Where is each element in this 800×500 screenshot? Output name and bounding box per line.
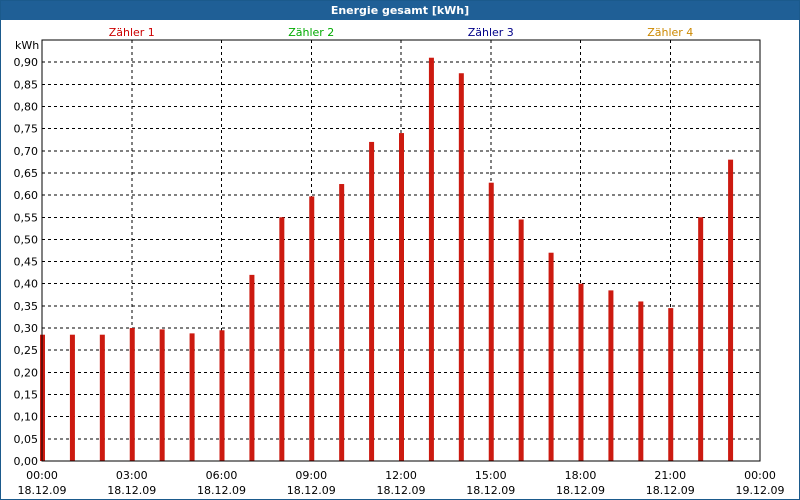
x-tick-time: 12:00 <box>385 469 417 482</box>
y-tick-label: 0,50 <box>14 233 39 246</box>
x-tick-time: 09:00 <box>295 469 327 482</box>
bar <box>339 184 345 462</box>
bar <box>428 57 434 461</box>
y-tick-label: 0,90 <box>14 56 39 69</box>
bar <box>458 73 464 461</box>
y-tick-label: 0,05 <box>14 433 39 446</box>
x-tick-date: 18.12.09 <box>107 484 156 497</box>
x-tick-time: 00:00 <box>744 469 776 482</box>
y-tick-label: 0,70 <box>14 145 39 158</box>
x-tick-time: 06:00 <box>206 469 238 482</box>
y-tick-label: 0,60 <box>14 189 39 202</box>
bar <box>249 274 255 461</box>
y-tick-label: 0,25 <box>14 344 39 357</box>
y-tick-label: 0,65 <box>14 167 39 180</box>
y-tick-label: 0,55 <box>14 211 39 224</box>
bar <box>548 252 554 461</box>
x-tick-date: 18.12.09 <box>377 484 426 497</box>
y-tick-label: 0,35 <box>14 300 39 313</box>
y-tick-label: 0,80 <box>14 100 39 113</box>
bar <box>608 290 614 461</box>
x-tick-date: 18.12.09 <box>556 484 605 497</box>
y-tick-label: 0,75 <box>14 123 39 136</box>
legend-item: Zähler 4 <box>647 26 693 39</box>
bars <box>40 57 734 462</box>
y-tick-label: 0,30 <box>14 322 39 335</box>
y-tick-label: 0,20 <box>14 366 39 379</box>
x-tick-time: 21:00 <box>654 469 686 482</box>
y-tick-label: 0,40 <box>14 278 39 291</box>
x-tick-time: 18:00 <box>565 469 597 482</box>
x-tick-time: 15:00 <box>475 469 507 482</box>
x-tick-date: 18.12.09 <box>18 484 67 497</box>
bar <box>159 329 165 461</box>
bar <box>728 159 734 461</box>
bar <box>488 182 494 461</box>
y-tick-label: 0,15 <box>14 389 39 402</box>
legend-item: Zähler 2 <box>288 26 334 39</box>
legend: Zähler 1 Zähler 2 Zähler 3 Zähler 4 <box>109 26 694 39</box>
x-tick-date: 18.12.09 <box>197 484 246 497</box>
bar <box>668 308 674 461</box>
bar <box>189 333 195 461</box>
y-tick-label: 0,45 <box>14 256 39 269</box>
bar <box>698 217 704 461</box>
bar <box>219 330 225 461</box>
y-tick-label: 0,00 <box>14 455 39 468</box>
y-tick-label: 0,85 <box>14 78 39 91</box>
bar <box>578 283 584 461</box>
energy-chart: Zähler 1 Zähler 2 Zähler 3 Zähler 4 0,00 0,0… <box>14 26 785 497</box>
bar <box>129 328 135 461</box>
bar <box>518 219 524 461</box>
x-tick-date: 19.12.09 <box>736 484 785 497</box>
bar <box>399 133 404 461</box>
legend-item: Zähler 3 <box>468 26 514 39</box>
bar <box>99 334 105 461</box>
x-tick-date: 18.12.09 <box>287 484 336 497</box>
bar <box>369 141 375 461</box>
y-tick-label: 0,10 <box>14 411 39 424</box>
y-axis-label: kWh <box>15 39 39 52</box>
bar <box>279 217 285 461</box>
bar <box>309 196 315 461</box>
x-tick-time: 03:00 <box>116 469 148 482</box>
x-tick-time: 00:00 <box>26 469 58 482</box>
x-tick-date: 18.12.09 <box>646 484 695 497</box>
bar <box>638 301 644 461</box>
x-tick-date: 18.12.09 <box>466 484 515 497</box>
legend-item: Zähler 1 <box>109 26 155 39</box>
bar <box>69 334 75 461</box>
